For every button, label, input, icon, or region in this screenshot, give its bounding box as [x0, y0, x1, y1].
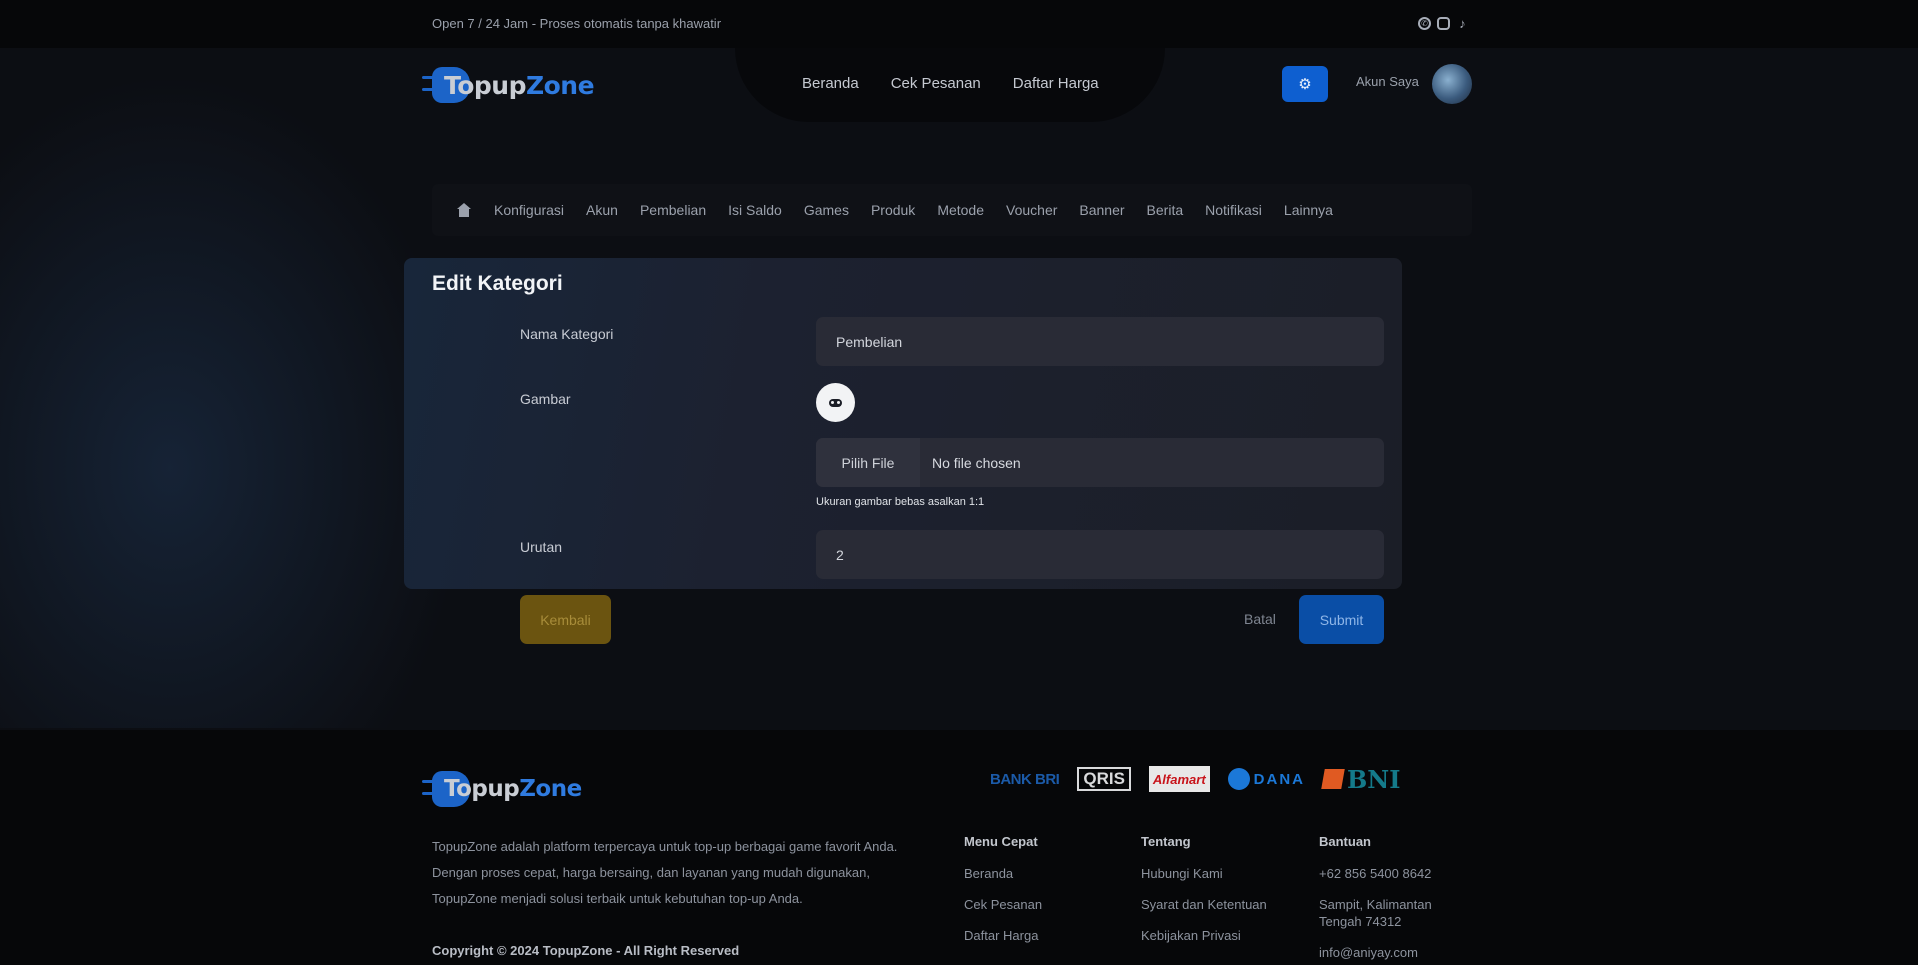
admin-menu-metode[interactable]: Metode	[937, 202, 984, 218]
back-button[interactable]: Kembali	[520, 595, 611, 644]
nav-cek-pesanan[interactable]: Cek Pesanan	[891, 75, 981, 92]
file-hint: Ukuran gambar bebas asalkan 1:1	[816, 496, 985, 508]
urutan-label: Urutan	[520, 539, 563, 555]
submit-button[interactable]: Submit	[1299, 595, 1384, 644]
gamepad-icon	[829, 398, 842, 407]
account-label[interactable]: Akun Saya	[1356, 74, 1419, 89]
home-icon[interactable]	[456, 203, 472, 217]
copyright: Copyright © 2024 TopupZone - All Right R…	[432, 943, 740, 958]
admin-menu-berita[interactable]: Berita	[1147, 202, 1184, 218]
footer-link-daftar-harga[interactable]: Daftar Harga	[964, 927, 1042, 944]
bni-logo: BNI	[1321, 765, 1400, 794]
footer-phone: +62 856 5400 8642	[1319, 866, 1432, 881]
bni-icon	[1321, 769, 1345, 789]
footer-link-beranda[interactable]: Beranda	[964, 865, 1042, 882]
whatsapp-icon[interactable]: ✆	[1418, 17, 1431, 30]
bank-bri-logo: BANK BRI	[990, 770, 1060, 788]
admin-menu-akun[interactable]: Akun	[586, 202, 618, 218]
footer-link-cek-pesanan[interactable]: Cek Pesanan	[964, 896, 1042, 913]
instagram-icon[interactable]	[1437, 17, 1450, 30]
admin-menu-games[interactable]: Games	[804, 202, 849, 218]
footer-link-syarat[interactable]: Syarat dan Ketentuan	[1141, 896, 1267, 913]
site-footer: TopupZone BANK BRI QRIS Alfamart DANA BN…	[0, 730, 1918, 965]
footer-link-kebijakan[interactable]: Kebijakan Privasi	[1141, 927, 1267, 944]
site-header: TopupZone Beranda Cek Pesanan Daftar Har…	[0, 48, 1918, 138]
category-image-preview	[816, 383, 855, 422]
footer-menu-cepat: Menu Cepat Beranda Cek Pesanan Daftar Ha…	[964, 834, 1043, 944]
admin-menu: Konfigurasi Akun Pembelian Isi Saldo Gam…	[432, 184, 1472, 236]
alfamart-logo: Alfamart	[1148, 766, 1210, 792]
dana-icon	[1227, 768, 1250, 790]
admin-menu-voucher[interactable]: Voucher	[1006, 202, 1057, 218]
gear-icon: ⚙	[1298, 76, 1312, 93]
social-links: ✆ ♪	[1418, 17, 1469, 30]
admin-menu-produk[interactable]: Produk	[871, 202, 915, 218]
admin-menu-lainnya[interactable]: Lainnya	[1284, 202, 1333, 218]
file-name: No file chosen	[932, 454, 1021, 471]
footer-link-hubungi-kami[interactable]: Hubungi Kami	[1141, 865, 1267, 882]
admin-menu-pembelian[interactable]: Pembelian	[640, 202, 706, 218]
nav-beranda[interactable]: Beranda	[802, 75, 859, 92]
dana-logo: DANA	[1227, 766, 1305, 792]
nama-kategori-label: Nama Kategori	[520, 326, 614, 342]
footer-description: TopupZone adalah platform terpercaya unt…	[432, 839, 898, 906]
footer-bantuan: Bantuan +62 856 5400 8642 Sampit, Kalima…	[1319, 834, 1469, 965]
payment-logos: BANK BRI QRIS Alfamart DANA BNI	[990, 765, 1400, 794]
admin-menu-banner[interactable]: Banner	[1079, 202, 1124, 218]
top-strip: Open 7 / 24 Jam - Proses otomatis tanpa …	[0, 0, 1918, 48]
site-logo[interactable]: TopupZone	[422, 66, 595, 104]
tiktok-icon[interactable]: ♪	[1456, 17, 1469, 30]
urutan-input[interactable]: 2	[816, 530, 1384, 579]
settings-button[interactable]: ⚙	[1282, 66, 1328, 102]
qris-logo: QRIS	[1077, 767, 1131, 791]
admin-menu-isi-saldo[interactable]: Isi Saldo	[728, 202, 782, 218]
admin-menu-notifikasi[interactable]: Notifikasi	[1205, 202, 1262, 218]
footer-logo[interactable]: TopupZone	[422, 770, 582, 808]
nama-kategori-input[interactable]: Pembelian	[816, 317, 1384, 366]
admin-menu-konfigurasi[interactable]: Konfigurasi	[494, 202, 564, 218]
edit-category-card: Edit Kategori Nama Kategori Pembelian Ga…	[404, 258, 1402, 589]
gambar-label: Gambar	[520, 391, 571, 407]
choose-file-button[interactable]: Pilih File	[816, 438, 920, 487]
footer-address: Sampit, Kalimantan Tengah 74312	[1319, 897, 1432, 929]
nav-daftar-harga[interactable]: Daftar Harga	[1013, 75, 1099, 92]
image-file-input[interactable]: Pilih File No file chosen	[816, 438, 1384, 487]
footer-email[interactable]: info@aniyay.com	[1319, 944, 1469, 961]
footer-tentang: Tentang Hubungi Kami Syarat dan Ketentua…	[1141, 834, 1267, 944]
top-strip-text: Open 7 / 24 Jam - Proses otomatis tanpa …	[432, 16, 722, 31]
avatar[interactable]	[1432, 64, 1472, 104]
cancel-button[interactable]: Batal	[1244, 611, 1276, 627]
page-title: Edit Kategori	[432, 272, 563, 295]
main-nav: Beranda Cek Pesanan Daftar Harga	[802, 75, 1099, 92]
